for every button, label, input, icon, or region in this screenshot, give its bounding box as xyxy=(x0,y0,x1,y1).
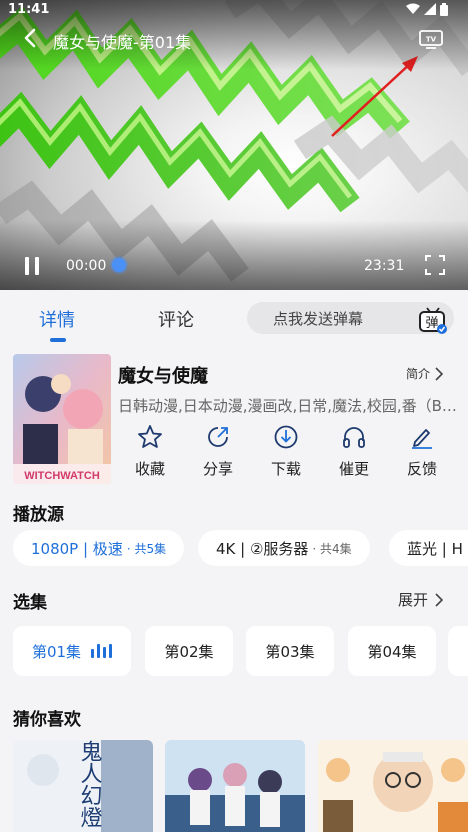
progress-handle[interactable] xyxy=(112,258,126,272)
favorite-button[interactable]: 收藏 xyxy=(126,424,174,479)
total-time: 23:31 xyxy=(364,258,405,274)
source-name: 蓝光 | H xyxy=(407,539,463,558)
episode-label: 第03集 xyxy=(265,642,315,661)
episode-button[interactable]: 第02集 xyxy=(145,626,233,676)
share-icon xyxy=(208,427,228,447)
feedback-button[interactable]: 反馈 xyxy=(398,424,446,479)
episode-button-partial[interactable] xyxy=(448,626,468,676)
pause-icon[interactable] xyxy=(22,256,42,276)
source-count: · 共5集 xyxy=(126,541,167,556)
source-chip[interactable]: 4K | ②服务器 · 共4集 xyxy=(198,530,370,566)
danmaku-placeholder: 点我发送弹幕 xyxy=(273,310,364,328)
share-label: 分享 xyxy=(202,460,233,478)
episode-button[interactable]: 第04集 xyxy=(348,626,436,676)
source-name: 1080P | 极速 xyxy=(31,539,123,558)
expand-episodes[interactable]: 展开 xyxy=(398,589,444,610)
playing-indicator-icon xyxy=(91,644,113,658)
episode-label: 第02集 xyxy=(164,642,214,661)
source-count: · 共4集 xyxy=(312,541,352,556)
fullscreen-icon[interactable] xyxy=(425,255,445,275)
urge-update-button[interactable]: 催更 xyxy=(330,424,378,479)
source-chip[interactable]: 蓝光 | H xyxy=(389,530,468,566)
svg-text:鬼人幻燈: 鬼人幻燈 xyxy=(77,740,103,828)
detail-tabs: 详情 评论 点我发送弹幕 xyxy=(0,290,468,346)
download-label: 下载 xyxy=(270,460,301,478)
episode-button[interactable]: 第03集 xyxy=(246,626,334,676)
bottom-gradient xyxy=(0,220,468,290)
star-icon xyxy=(138,425,162,448)
sources-title: 播放源 xyxy=(13,505,64,525)
recommend-card[interactable]: 鬼人幻燈 xyxy=(13,740,153,832)
tab-indicator xyxy=(50,338,66,342)
danmaku-toggle-icon[interactable]: 弹 xyxy=(418,306,448,334)
episode-button[interactable]: 第01集 xyxy=(13,626,131,676)
recommend-card[interactable] xyxy=(165,740,305,832)
back-icon[interactable] xyxy=(20,27,42,49)
poster-image: WITCHWATCH xyxy=(13,354,111,484)
share-button[interactable]: 分享 xyxy=(194,424,242,479)
recommend-poster xyxy=(165,740,305,832)
wifi-icon xyxy=(406,3,420,14)
urge-update-label: 催更 xyxy=(338,460,369,478)
episode-label: 第04集 xyxy=(367,642,417,661)
svg-text:WITCHWATCH: WITCHWATCH xyxy=(24,470,100,482)
status-time: 11:41 xyxy=(8,2,50,17)
battery-icon xyxy=(440,3,448,16)
tv-cast-icon[interactable]: TV xyxy=(419,28,443,50)
source-chip[interactable]: 1080P | 极速 · 共5集 xyxy=(13,530,185,566)
episode-label: 第01集 xyxy=(31,642,82,661)
edit-icon xyxy=(412,429,432,449)
status-bar: 11:41 xyxy=(0,0,468,20)
expand-label: 展开 xyxy=(398,591,429,609)
download-icon xyxy=(274,425,298,449)
source-name: 4K | ②服务器 xyxy=(216,539,309,558)
video-title: 魔女与使魔-第01集 xyxy=(53,33,192,52)
status-icons xyxy=(406,3,448,16)
signal-icon xyxy=(424,3,436,15)
svg-text:TV: TV xyxy=(426,36,437,44)
tab-details[interactable]: 详情 xyxy=(39,306,75,332)
video-player[interactable]: 11:41 魔女与使魔-第01集 TV 00:00 23:31 xyxy=(0,0,468,290)
svg-text:弹: 弹 xyxy=(425,316,438,331)
recommend-card[interactable] xyxy=(318,740,468,832)
chevron-right-icon xyxy=(435,592,444,607)
show-poster[interactable]: WITCHWATCH xyxy=(13,354,111,484)
favorite-label: 收藏 xyxy=(134,460,165,478)
action-row: 收藏 分享 下载 催更 反馈 xyxy=(118,424,458,484)
recommend-title: 猜你喜欢 xyxy=(13,710,81,730)
episodes-title: 选集 xyxy=(13,593,47,613)
current-time: 00:00 xyxy=(66,258,107,274)
intro-link[interactable]: 简介 xyxy=(406,365,444,382)
recommend-poster xyxy=(318,740,468,832)
recommend-poster: 鬼人幻燈 xyxy=(13,740,153,832)
intro-label: 简介 xyxy=(406,367,431,381)
chevron-right-icon xyxy=(435,366,444,381)
tab-comments[interactable]: 评论 xyxy=(158,306,194,332)
feedback-label: 反馈 xyxy=(406,460,437,478)
show-tags: 日韩动漫,日本动漫,漫画改,日常,魔法,校园,番（B… xyxy=(118,397,457,415)
download-button[interactable]: 下载 xyxy=(262,424,310,479)
show-title: 魔女与使魔 xyxy=(118,366,208,387)
headphones-icon xyxy=(343,427,365,448)
